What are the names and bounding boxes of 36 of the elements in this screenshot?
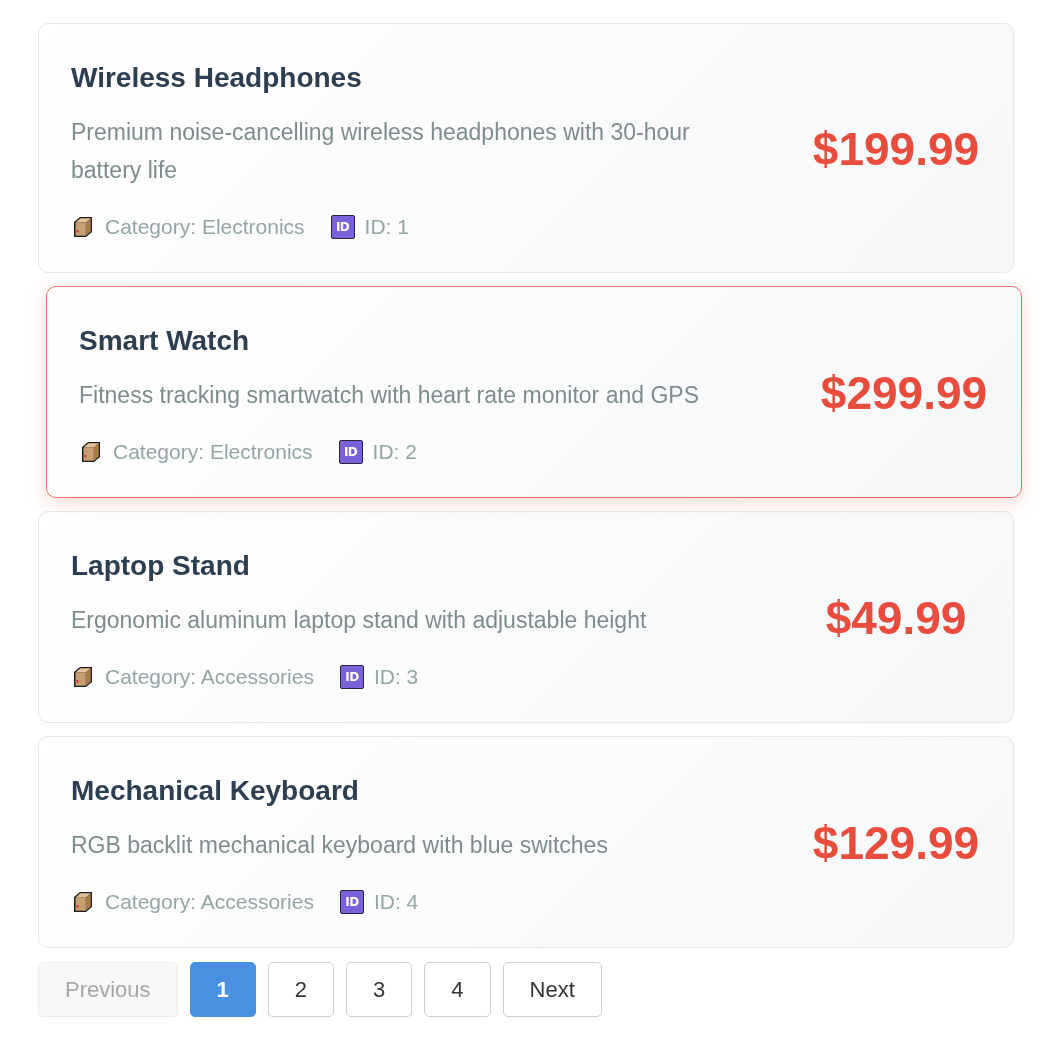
product-description: Premium noise-cancelling wireless headphones with 30-hour battery life bbox=[71, 118, 691, 185]
id-badge: ID bbox=[339, 890, 364, 914]
page-button[interactable]: 4 bbox=[424, 962, 491, 1017]
id-badge: ID bbox=[338, 440, 363, 464]
id-label: ID: 4 bbox=[373, 890, 419, 914]
id-badge: ID bbox=[330, 215, 355, 239]
product-price: $299.99 bbox=[819, 366, 989, 420]
product-description: RGB backlit mechanical keyboard with blue switches bbox=[71, 831, 609, 860]
id-label: ID: 2 bbox=[372, 440, 417, 464]
product-title: Laptop Stand bbox=[71, 549, 250, 583]
page-button[interactable]: 2 bbox=[267, 962, 335, 1017]
product-description: Fitness tracking smartwatch with heart rate monitor and GPS bbox=[79, 381, 700, 410]
product-card[interactable]: Smart Watch Fitness tracking smartwatch with heart rate monitor and GPS Category: Electronics ID ID: 2 $299.99 bbox=[46, 286, 1022, 498]
product-card[interactable]: Wireless Headphones Premium noise-cancelling wireless headphones with 30-hour battery life Category: Electronics ID ID: 1 $199.99 bbox=[38, 23, 1014, 273]
id-label: ID: 3 bbox=[373, 665, 419, 689]
product-title: Wireless Headphones bbox=[71, 61, 362, 95]
product-card[interactable]: Mechanical Keyboard RGB backlit mechanical keyboard with blue switches Category: Accessories ID ID: 4 $129.99 bbox=[38, 736, 1014, 948]
package-icon bbox=[71, 890, 95, 914]
product-card[interactable]: Laptop Stand Ergonomic aluminum laptop stand with adjustable height Category: Accessories ID ID: 3 $49.99 bbox=[38, 511, 1014, 723]
product-title: Mechanical Keyboard bbox=[71, 774, 359, 808]
next-button[interactable]: Next bbox=[502, 962, 602, 1017]
category-label: Category: Electronics bbox=[105, 215, 305, 239]
category-label: Category: Accessories bbox=[105, 665, 314, 689]
id-label: ID: 1 bbox=[364, 215, 409, 239]
category-label: Category: Electronics bbox=[113, 440, 313, 464]
product-description: Ergonomic aluminum laptop stand with adjustable height bbox=[71, 606, 648, 635]
id-badge: ID bbox=[339, 665, 364, 689]
package-icon bbox=[71, 215, 95, 239]
page-button[interactable]: 3 bbox=[346, 962, 413, 1017]
package-icon bbox=[79, 440, 103, 464]
product-title: Smart Watch bbox=[79, 324, 250, 358]
product-price: $129.99 bbox=[811, 816, 981, 870]
category-label: Category: Accessories bbox=[105, 890, 314, 914]
package-icon bbox=[71, 665, 95, 689]
product-price: $49.99 bbox=[824, 591, 968, 645]
product-price: $199.99 bbox=[811, 122, 981, 176]
